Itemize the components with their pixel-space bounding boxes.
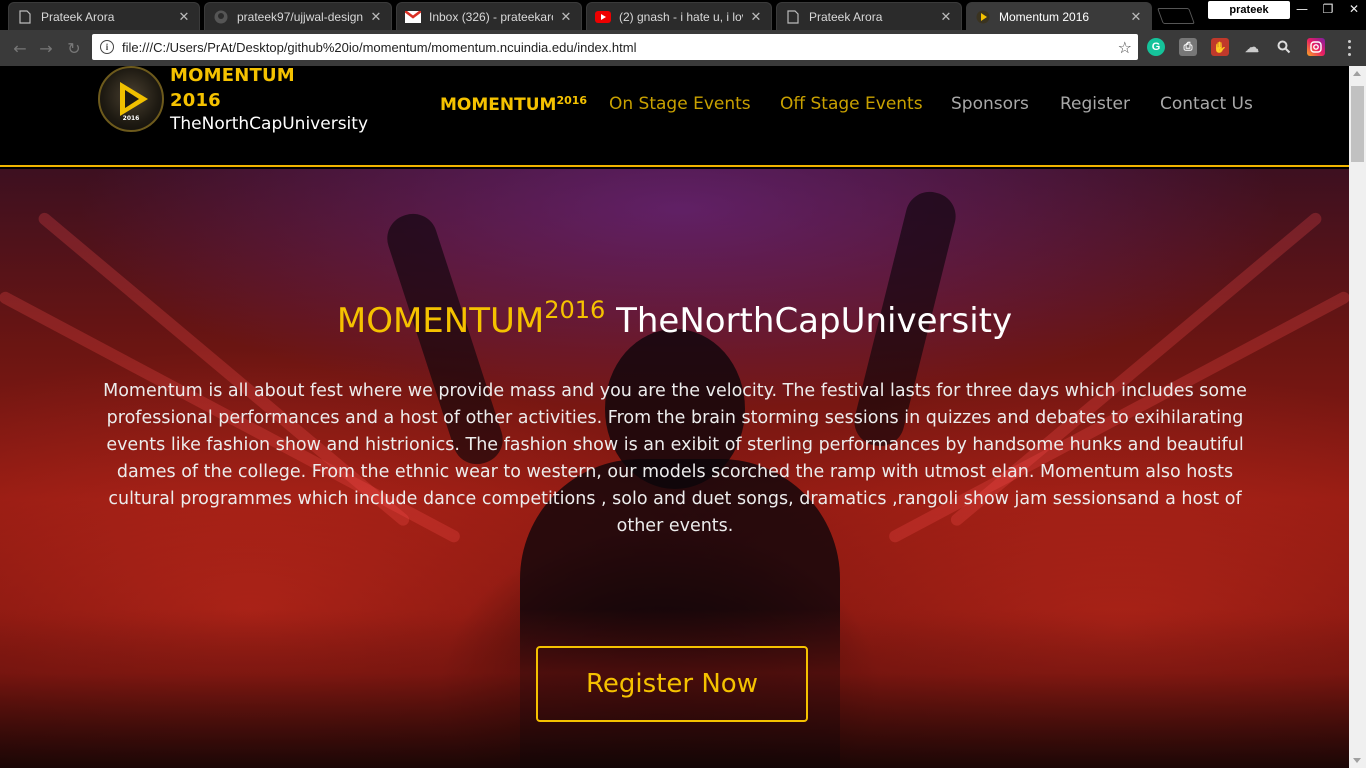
search-icon[interactable] [1275, 38, 1293, 56]
brand-line-1: MOMENTUM [170, 66, 295, 86]
minimize-button[interactable]: — [1290, 0, 1314, 18]
tab-title: (2) gnash - i hate u, i lov [619, 9, 743, 24]
tab-title: Prateek Arora [41, 9, 115, 24]
close-icon[interactable]: ✕ [177, 9, 191, 25]
close-icon[interactable]: ✕ [939, 9, 953, 25]
tab-title: prateek97/ujjwal-design [237, 9, 363, 24]
brand-name[interactable]: MOMENTUM 2016 TheNorthCapUniversity [170, 66, 368, 135]
hero-title-main: MOMENTUM [336, 301, 545, 341]
scroll-down-icon[interactable] [1353, 758, 1361, 763]
tab-strip: Prateek Arora ✕ prateek97/ujjwal-design … [0, 0, 1366, 30]
page-scrollbar[interactable] [1349, 66, 1366, 768]
nav-off-stage-events[interactable]: Off Stage Events [780, 94, 923, 116]
profile-button[interactable]: prateek [1208, 1, 1290, 19]
document-icon [17, 9, 33, 25]
nav-home-label: MOMENTUM [440, 95, 557, 115]
register-now-button[interactable]: Register Now [536, 646, 808, 722]
nav-contact-us[interactable]: Contact Us [1160, 94, 1253, 116]
grammarly-icon[interactable]: G [1147, 38, 1165, 56]
nav-on-stage-events[interactable]: On Stage Events [609, 94, 751, 116]
youtube-icon [595, 9, 611, 25]
tab-title: Inbox (326) - prateekaro [429, 9, 553, 24]
scrollbar-thumb[interactable] [1351, 86, 1364, 162]
tab-youtube[interactable]: (2) gnash - i hate u, i lov ✕ [586, 2, 772, 30]
url-text[interactable]: file:///C:/Users/PrAt/Desktop/github%20i… [122, 40, 1118, 55]
instagram-icon[interactable] [1307, 38, 1325, 56]
nav-home[interactable]: MOMENTUM2016 [440, 94, 587, 116]
hero-title-university: TheNorthCapUniversity [616, 301, 1013, 341]
nav-register[interactable]: Register [1060, 94, 1130, 116]
tab-title: Prateek Arora [809, 9, 883, 24]
cloud-icon[interactable]: ☁ [1243, 38, 1261, 56]
hero-title: MOMENTUM2016 TheNorthCapUniversity [0, 296, 1349, 341]
nav-home-sup: 2016 [556, 94, 588, 107]
tab-prateek-arora-1[interactable]: Prateek Arora ✕ [8, 2, 200, 30]
info-icon[interactable]: i [100, 40, 114, 54]
close-icon[interactable]: ✕ [369, 9, 383, 25]
momentum-icon [975, 9, 991, 25]
address-bar[interactable]: i file:///C:/Users/PrAt/Desktop/github%2… [92, 34, 1138, 60]
tab-title: Momentum 2016 [999, 9, 1090, 24]
close-icon[interactable]: ✕ [749, 9, 763, 25]
site-header: 2016 MOMENTUM 2016 TheNorthCapUniversity… [0, 66, 1349, 167]
hero-description: Momentum is all about fest where we prov… [103, 381, 1247, 536]
tab-gmail[interactable]: Inbox (326) - prateekaro ✕ [396, 2, 582, 30]
window-close-button[interactable]: ✕ [1342, 0, 1366, 18]
momentum-logo[interactable]: 2016 [98, 66, 164, 132]
gmail-icon [405, 9, 421, 25]
github-icon [213, 9, 229, 25]
document-icon [785, 9, 801, 25]
logo-year: 2016 [122, 115, 140, 122]
tab-github[interactable]: prateek97/ujjwal-design ✕ [204, 2, 392, 30]
maximize-button[interactable]: ❐ [1316, 0, 1340, 18]
back-button[interactable]: ← [10, 38, 30, 58]
browser-toolbar: ← → ↻ i file:///C:/Users/PrAt/Desktop/gi… [0, 30, 1366, 66]
forward-button[interactable]: → [36, 38, 56, 58]
reload-button[interactable]: ↻ [64, 38, 84, 58]
new-tab-button[interactable] [1157, 8, 1195, 24]
brand-line-3: TheNorthCapUniversity [170, 114, 368, 134]
tab-prateek-arora-2[interactable]: Prateek Arora ✕ [776, 2, 962, 30]
tab-momentum[interactable]: Momentum 2016 ✕ [966, 2, 1152, 30]
scroll-up-icon[interactable] [1353, 71, 1361, 76]
close-icon[interactable]: ✕ [1129, 9, 1143, 25]
bookmark-star-icon[interactable]: ☆ [1118, 38, 1132, 57]
browser-menu-button[interactable] [1344, 38, 1354, 58]
hero-section: MOMENTUM2016 TheNorthCapUniversity Momen… [0, 169, 1349, 768]
adblock-icon[interactable]: ✋ [1211, 38, 1229, 56]
close-icon[interactable]: ✕ [559, 9, 573, 25]
pdf-icon[interactable]: ⎙ [1179, 38, 1197, 56]
hero-title-sup: 2016 [544, 296, 606, 324]
page-viewport: 2016 MOMENTUM 2016 TheNorthCapUniversity… [0, 66, 1349, 768]
brand-line-2: 2016 [170, 90, 221, 111]
nav-sponsors[interactable]: Sponsors [951, 94, 1029, 116]
